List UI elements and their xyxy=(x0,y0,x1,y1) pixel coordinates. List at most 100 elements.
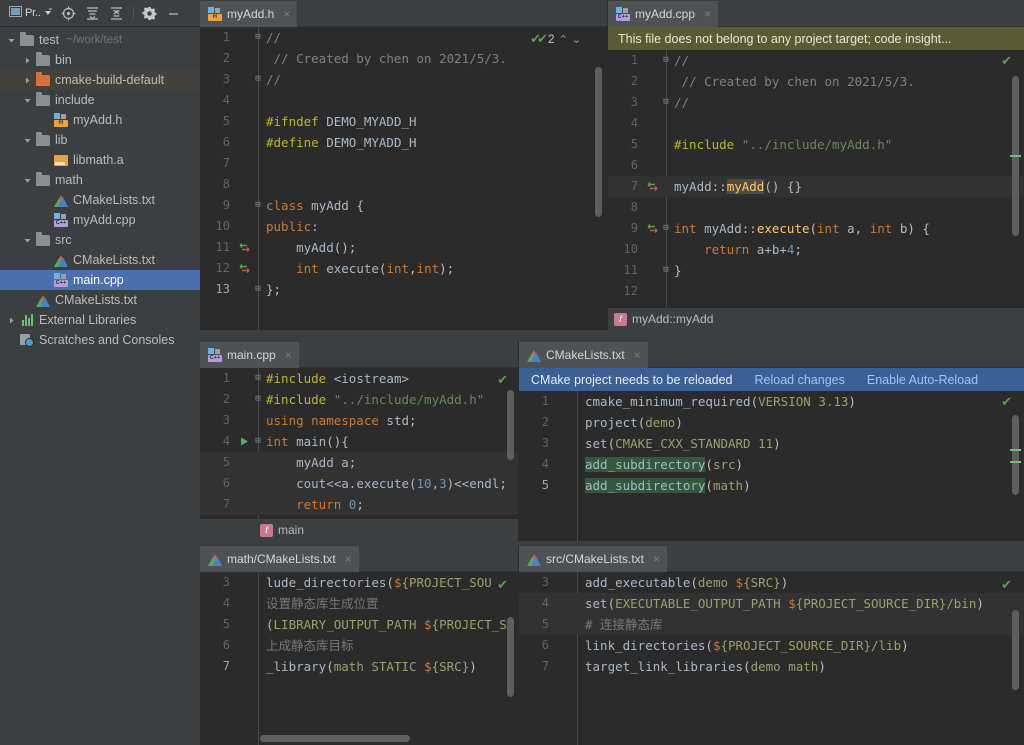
code-line[interactable]: 12 int execute(int,int); xyxy=(200,258,607,279)
breadcrumb-myadd-cpp[interactable]: f myAdd::myAdd xyxy=(608,308,1024,330)
tree-item-lib[interactable]: lib xyxy=(0,130,200,150)
vertical-scrollbar[interactable] xyxy=(1012,415,1019,495)
tree-item-external-libraries[interactable]: External Libraries xyxy=(0,310,200,330)
inspection-widget-myadd-h[interactable]: ✔✔ 2 ⌃ ⌄ xyxy=(530,31,581,47)
locate-file-icon[interactable] xyxy=(58,3,80,23)
project-target-warning-banner[interactable]: This file does not belong to any project… xyxy=(608,27,1024,50)
reload-changes-link[interactable]: Reload changes xyxy=(755,373,845,387)
code-line[interactable]: 4 add_subdirectory(src) xyxy=(519,454,1024,475)
tab-CMakeLists-txt[interactable]: CMakeLists.txt × xyxy=(519,342,648,368)
fold-marker-icon[interactable]: ⊟ xyxy=(660,260,672,281)
expand-arrow-icon[interactable] xyxy=(20,96,34,105)
code-line[interactable]: 5 add_subdirectory(math) xyxy=(519,475,1024,496)
code-line[interactable]: 9 ⊟ class myAdd { xyxy=(200,195,607,216)
code-line[interactable]: 4 xyxy=(200,90,607,111)
gutter-marker[interactable] xyxy=(644,181,660,192)
code-line[interactable]: 6 #define DEMO_MYADD_H xyxy=(200,132,607,153)
code-line[interactable]: 10 return a+b+4; xyxy=(608,239,1024,260)
code-line[interactable]: 2 ⊟ #include "../include/myAdd.h" xyxy=(200,389,518,410)
code-line[interactable]: 8 xyxy=(200,174,607,195)
tree-item-scratches-and-consoles[interactable]: Scratches and Consoles xyxy=(0,330,200,350)
tree-item-cmake-build-default[interactable]: cmake-build-default xyxy=(0,70,200,90)
code-line[interactable]: 2 // Created by chen on 2021/5/3. xyxy=(200,48,607,69)
code-line[interactable]: 4 设置静态库生成位置 xyxy=(200,593,518,614)
fold-marker-icon[interactable]: ⊟ xyxy=(660,92,672,113)
code-line[interactable]: 9 ⊟ int myAdd::execute(int a, int b) { xyxy=(608,218,1024,239)
tree-item-bin[interactable]: bin xyxy=(0,50,200,70)
tree-item-cmakelists-txt[interactable]: CMakeLists.txt xyxy=(0,290,200,310)
expand-all-icon[interactable] xyxy=(106,3,128,23)
gutter-marker[interactable] xyxy=(236,436,252,447)
code-line[interactable]: 3 using namespace std; xyxy=(200,410,518,431)
code-line[interactable]: 3 ⊟// xyxy=(608,92,1024,113)
pane-divider-horizontal-1[interactable] xyxy=(200,330,1024,341)
expand-arrow-icon[interactable] xyxy=(20,236,34,245)
tree-item-libmath-a[interactable]: libmath.a xyxy=(0,150,200,170)
tree-item-math[interactable]: math xyxy=(0,170,200,190)
horizontal-scrollbar[interactable] xyxy=(260,735,410,742)
minimize-icon[interactable] xyxy=(163,3,185,23)
code-line[interactable]: 6 上成静态库目标 xyxy=(200,635,518,656)
code-line[interactable]: 8 xyxy=(608,197,1024,218)
code-line[interactable]: 7 target_link_libraries(demo math) xyxy=(519,656,1024,677)
close-icon[interactable]: × xyxy=(634,348,641,362)
code-line[interactable]: 7 xyxy=(200,153,607,174)
code-line[interactable]: 5 #include "../include/myAdd.h" xyxy=(608,134,1024,155)
fold-marker-icon[interactable]: ⊟ xyxy=(252,69,264,90)
vertical-scrollbar[interactable] xyxy=(595,67,602,217)
tree-item-myadd-h[interactable]: HmyAdd.h xyxy=(0,110,200,130)
code-line[interactable]: 7 _library(math STATIC ${SRC}) xyxy=(200,656,518,677)
vertical-scrollbar[interactable] xyxy=(1012,610,1019,690)
code-line[interactable]: 7 myAdd::myAdd() {} xyxy=(608,176,1024,197)
editor-cmake-src[interactable]: 3 add_executable(demo ${SRC}) 4 set(EXECUTA… xyxy=(519,572,1024,745)
next-problem-icon[interactable]: ⌄ xyxy=(572,33,581,46)
vertical-scrollbar[interactable] xyxy=(507,617,514,697)
editor-myadd-cpp[interactable]: This file does not belong to any project… xyxy=(608,27,1024,308)
project-panel-button[interactable]: Pr.. xyxy=(6,3,56,23)
code-line[interactable]: 12 xyxy=(608,281,1024,302)
fold-marker-icon[interactable]: ⊟ xyxy=(252,27,264,48)
code-line[interactable]: 6 xyxy=(608,155,1024,176)
tree-item-cmakelists-txt[interactable]: CMakeLists.txt xyxy=(0,250,200,270)
collapse-all-icon[interactable] xyxy=(82,3,104,23)
tree-item-main-cpp[interactable]: C++ main.cpp xyxy=(0,270,200,290)
code-line[interactable]: 6 link_directories(${PROJECT_SOURCE_DIR}/… xyxy=(519,635,1024,656)
gear-icon[interactable] xyxy=(139,3,161,23)
tab-myAdd-cpp[interactable]: C++ myAdd.cpp × xyxy=(608,1,719,27)
code-line[interactable]: 2 project(demo) xyxy=(519,412,1024,433)
code-line[interactable]: 5 # 连接静态库 xyxy=(519,614,1024,635)
close-icon[interactable]: × xyxy=(653,552,660,566)
fold-marker-icon[interactable]: ⊟ xyxy=(660,50,672,71)
fold-marker-icon[interactable]: ⊟ xyxy=(660,218,672,239)
fold-marker-icon[interactable]: ⊟ xyxy=(252,279,264,300)
tree-item-src[interactable]: src xyxy=(0,230,200,250)
editor-cmake-math[interactable]: 3 lude_directories(${PROJECT_SOU 4 设置静态库生成位… xyxy=(200,572,518,745)
expand-arrow-icon[interactable] xyxy=(20,176,34,185)
gutter-marker[interactable] xyxy=(644,223,660,234)
close-icon[interactable]: × xyxy=(285,348,292,362)
tab-src-CMakeLists-txt[interactable]: src/CMakeLists.txt × xyxy=(519,546,668,572)
code-line[interactable]: 7 return 0; xyxy=(200,494,518,515)
code-line[interactable]: 5 #ifndef DEMO_MYADD_H xyxy=(200,111,607,132)
code-line[interactable]: 3 add_executable(demo ${SRC}) xyxy=(519,572,1024,593)
code-line[interactable]: 3 set(CMAKE_CXX_STANDARD 11) xyxy=(519,433,1024,454)
code-line[interactable]: 11 ⊟} xyxy=(608,260,1024,281)
code-line[interactable]: 13 ⊟}; xyxy=(200,279,607,300)
fold-marker-icon[interactable]: ⊟ xyxy=(252,195,264,216)
close-icon[interactable]: × xyxy=(704,7,711,21)
code-line[interactable]: 1 ⊟ #include <iostream> xyxy=(200,368,518,389)
expand-arrow-icon[interactable] xyxy=(4,36,18,45)
gutter-marker[interactable] xyxy=(236,263,252,274)
code-line[interactable]: 10 public: xyxy=(200,216,607,237)
code-line[interactable]: 4 xyxy=(608,113,1024,134)
code-line[interactable]: 3 lude_directories(${PROJECT_SOU xyxy=(200,572,518,593)
gutter-marker[interactable] xyxy=(236,242,252,253)
code-line[interactable]: 2 // Created by chen on 2021/5/3. xyxy=(608,71,1024,92)
tab-math-CMakeLists-txt[interactable]: math/CMakeLists.txt × xyxy=(200,546,359,572)
code-line[interactable]: 5 myAdd a; xyxy=(200,452,518,473)
fold-marker-icon[interactable]: ⊟ xyxy=(252,431,264,452)
tree-item-myadd-cpp[interactable]: C++ myAdd.cpp xyxy=(0,210,200,230)
tree-item-test[interactable]: test ~/work/test xyxy=(0,30,200,50)
expand-arrow-icon[interactable] xyxy=(20,76,34,85)
breadcrumb-main-cpp[interactable]: f main xyxy=(200,519,518,541)
